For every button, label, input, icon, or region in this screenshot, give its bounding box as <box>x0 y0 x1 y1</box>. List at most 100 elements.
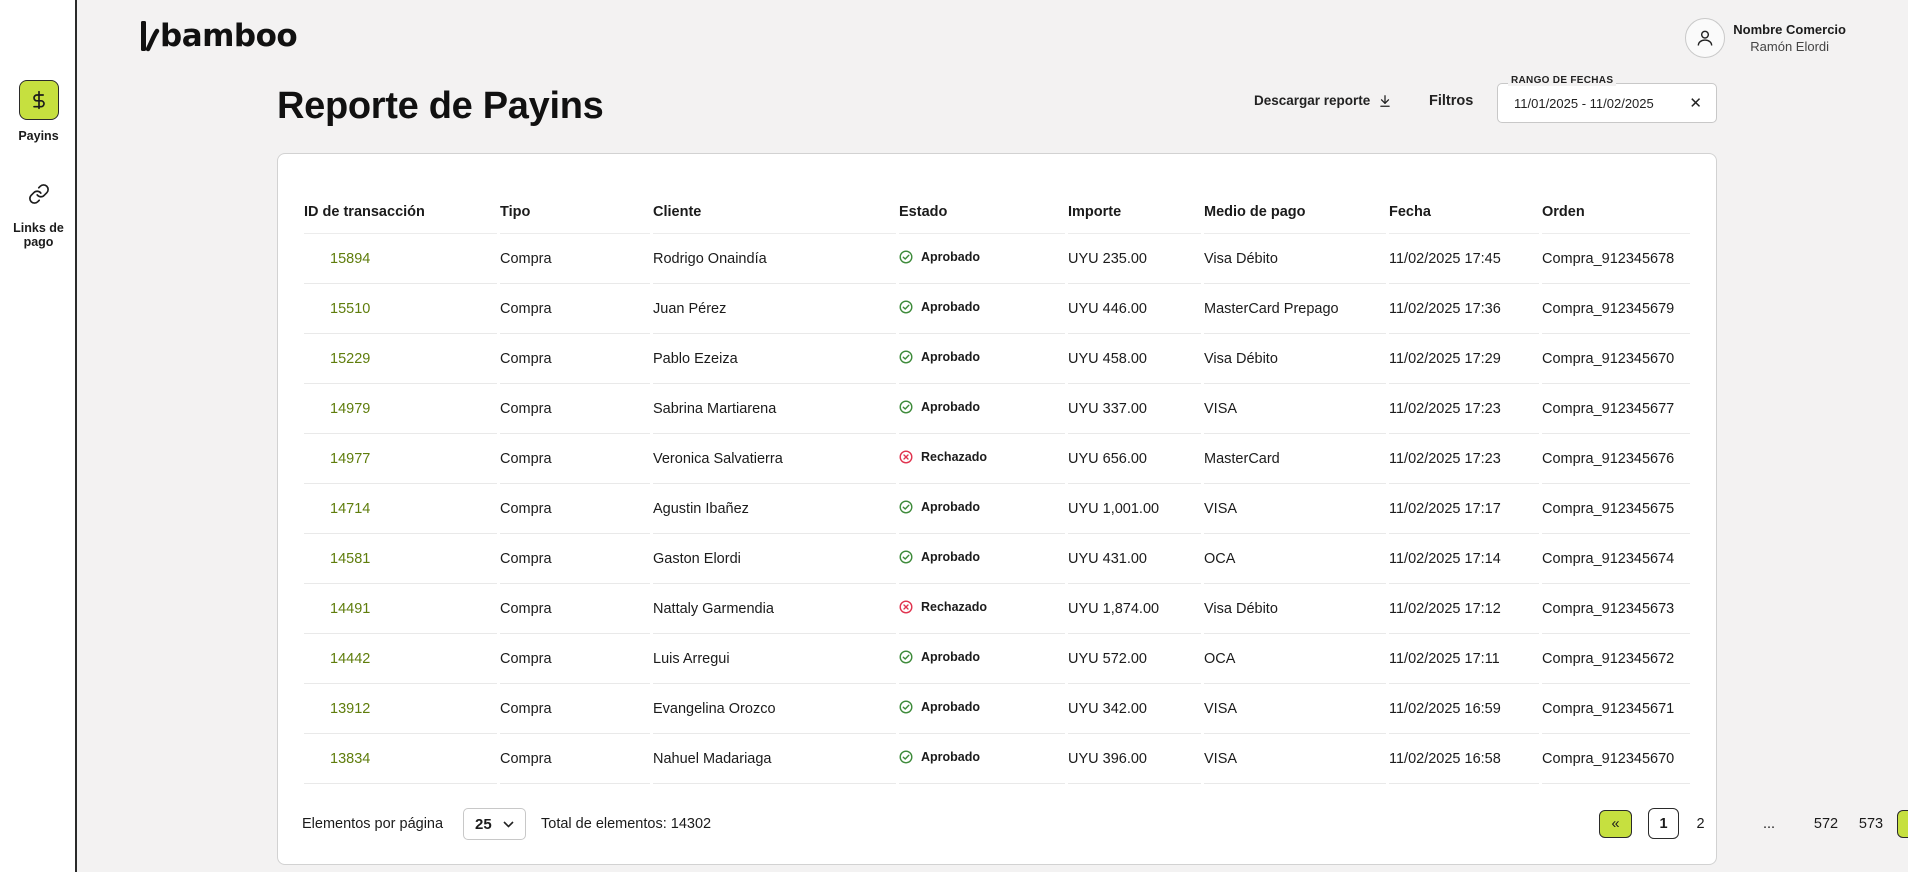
status-label: Aprobado <box>921 349 981 364</box>
cell-tipo: Compra <box>500 484 650 534</box>
filters-button[interactable]: Filtros <box>1429 93 1473 109</box>
transaction-id-link[interactable]: 13912 <box>304 684 497 734</box>
per-page-select[interactable]: 25 <box>463 808 526 840</box>
transaction-id-link[interactable]: 14442 <box>304 634 497 684</box>
sidebar-item-payins[interactable]: Payins <box>0 80 77 143</box>
table-row[interactable]: 14714 Compra Agustin Ibañez Aprobado UYU 1,0… <box>304 484 1690 534</box>
check-circle-icon <box>899 749 913 764</box>
page-572-button[interactable]: 572 <box>1806 808 1846 840</box>
logo[interactable]: bamboo <box>140 18 298 54</box>
page-2-button[interactable]: 2 <box>1685 808 1716 840</box>
transaction-id-link[interactable]: 14977 <box>304 434 497 484</box>
column-header[interactable]: Importe <box>1068 184 1201 234</box>
cell-cliente: Agustin Ibañez <box>653 484 896 534</box>
transaction-id-link[interactable]: 14714 <box>304 484 497 534</box>
cell-orden: Compra_912345677 <box>1542 384 1690 434</box>
date-range-field[interactable]: RANGO DE FECHAS 11/01/2025 - 11/02/2025 … <box>1497 75 1717 123</box>
status-badge: Aprobado <box>899 300 980 314</box>
check-circle-icon <box>899 649 913 664</box>
cell-fecha: 11/02/2025 17:11 <box>1389 634 1539 684</box>
cell-medio: OCA <box>1204 634 1386 684</box>
cell-orden: Compra_912345673 <box>1542 584 1690 634</box>
cell-medio: Visa Débito <box>1204 584 1386 634</box>
download-report-button[interactable]: Descargar reporte <box>1254 93 1392 108</box>
cell-importe: UYU 1,001.00 <box>1068 484 1201 534</box>
cell-tipo: Compra <box>500 284 650 334</box>
cell-fecha: 11/02/2025 17:36 <box>1389 284 1539 334</box>
report-card: ID de transacción Tipo Cliente Estado Im… <box>277 153 1908 865</box>
status-badge: Rechazado <box>899 450 987 464</box>
cell-fecha: 11/02/2025 16:58 <box>1389 734 1539 784</box>
cell-orden: Compra_912345678 <box>1542 234 1690 284</box>
cell-fecha: 11/02/2025 17:14 <box>1389 534 1539 584</box>
last-page-button[interactable]: » <box>1897 810 1908 838</box>
column-header[interactable]: Cliente <box>653 184 896 234</box>
cell-tipo: Compra <box>500 334 650 384</box>
status-badge: Aprobado <box>899 500 980 514</box>
column-header[interactable]: Medio de pago <box>1204 184 1386 234</box>
cell-importe: UYU 431.00 <box>1068 534 1201 584</box>
cell-medio: VISA <box>1204 484 1386 534</box>
avatar <box>1685 18 1726 58</box>
cell-importe: UYU 656.00 <box>1068 434 1201 484</box>
table-row[interactable]: 14979 Compra Sabrina Martiarena Aprobado UYU… <box>304 384 1690 434</box>
table-row[interactable]: 15510 Compra Juan Pérez Aprobado UYU 446.00 M… <box>304 284 1690 334</box>
page-1-button[interactable]: 1 <box>1648 808 1679 839</box>
table-row[interactable]: 15229 Compra Pablo Ezeiza Aprobado UYU 458.0… <box>304 334 1690 384</box>
transaction-id-link[interactable]: 13834 <box>304 734 497 784</box>
transaction-id-link[interactable]: 14979 <box>304 384 497 434</box>
cell-cliente: Gaston Elordi <box>653 534 896 584</box>
column-header[interactable]: ID de transacción <box>304 184 497 234</box>
table-row[interactable]: 14977 Compra Veronica Salvatierra Rechazado… <box>304 434 1690 484</box>
cell-importe: UYU 235.00 <box>1068 234 1201 284</box>
cell-fecha: 11/02/2025 17:23 <box>1389 434 1539 484</box>
date-range-label: RANGO DE FECHAS <box>1508 75 1617 86</box>
bamboo-logo-icon <box>141 21 160 52</box>
column-header[interactable]: Estado <box>899 184 1065 234</box>
table-row[interactable]: 13912 Compra Evangelina Orozco Aprobado UYU … <box>304 684 1690 734</box>
table-row[interactable]: 14581 Compra Gaston Elordi Aprobado UYU 431.… <box>304 534 1690 584</box>
cell-medio: Visa Débito <box>1204 234 1386 284</box>
check-circle-icon <box>899 499 913 514</box>
table-row[interactable]: 14442 Compra Luis Arregui Aprobado UYU 572.0… <box>304 634 1690 684</box>
cell-estado: Aprobado <box>899 334 1065 384</box>
table-row[interactable]: 15894 Compra Rodrigo Onaindía Aprobado UYU 2… <box>304 234 1690 284</box>
transaction-id-link[interactable]: 14581 <box>304 534 497 584</box>
cell-medio: Visa Débito <box>1204 334 1386 384</box>
column-header[interactable]: Orden <box>1542 184 1690 234</box>
page-573-button[interactable]: 573 <box>1851 808 1891 840</box>
payins-table: ID de transacción Tipo Cliente Estado Im… <box>304 184 1690 784</box>
cell-medio: MasterCard Prepago <box>1204 284 1386 334</box>
transaction-id-link[interactable]: 14491 <box>304 584 497 634</box>
status-badge: Aprobado <box>899 650 980 664</box>
transaction-id-link[interactable]: 15229 <box>304 334 497 384</box>
column-header[interactable]: Fecha <box>1389 184 1539 234</box>
cell-estado: Aprobado <box>899 634 1065 684</box>
cell-orden: Compra_912345672 <box>1542 634 1690 684</box>
status-badge: Aprobado <box>899 550 980 564</box>
cell-tipo: Compra <box>500 534 650 584</box>
status-label: Aprobado <box>921 699 981 714</box>
clear-icon[interactable]: ✕ <box>1689 94 1702 112</box>
user-icon <box>1697 30 1713 46</box>
user-menu[interactable]: Nombre Comercio Ramón Elordi <box>1685 18 1846 58</box>
status-badge: Aprobado <box>899 250 980 264</box>
first-page-button[interactable]: « <box>1599 810 1632 838</box>
download-icon <box>1380 94 1391 107</box>
cell-tipo: Compra <box>500 584 650 634</box>
sidebar-item-label: Payins <box>18 129 59 143</box>
sidebar-item-links-de-pago[interactable]: Links de pago <box>0 174 77 249</box>
sidebar-item-label: Links de pago <box>13 221 64 249</box>
cell-estado: Aprobado <box>899 684 1065 734</box>
table-row[interactable]: 14491 Compra Nattaly Garmendia Rechazado UYU… <box>304 584 1690 634</box>
cell-tipo: Compra <box>500 234 650 284</box>
transaction-id-link[interactable]: 15510 <box>304 284 497 334</box>
cell-cliente: Rodrigo Onaindía <box>653 234 896 284</box>
cell-orden: Compra_912345670 <box>1542 734 1690 784</box>
transaction-id-link[interactable]: 15894 <box>304 234 497 284</box>
status-label: Aprobado <box>921 499 981 514</box>
cell-importe: UYU 342.00 <box>1068 684 1201 734</box>
cell-cliente: Veronica Salvatierra <box>653 434 896 484</box>
column-header[interactable]: Tipo <box>500 184 650 234</box>
table-row[interactable]: 13834 Compra Nahuel Madariaga Aprobado UYU 3… <box>304 734 1690 784</box>
